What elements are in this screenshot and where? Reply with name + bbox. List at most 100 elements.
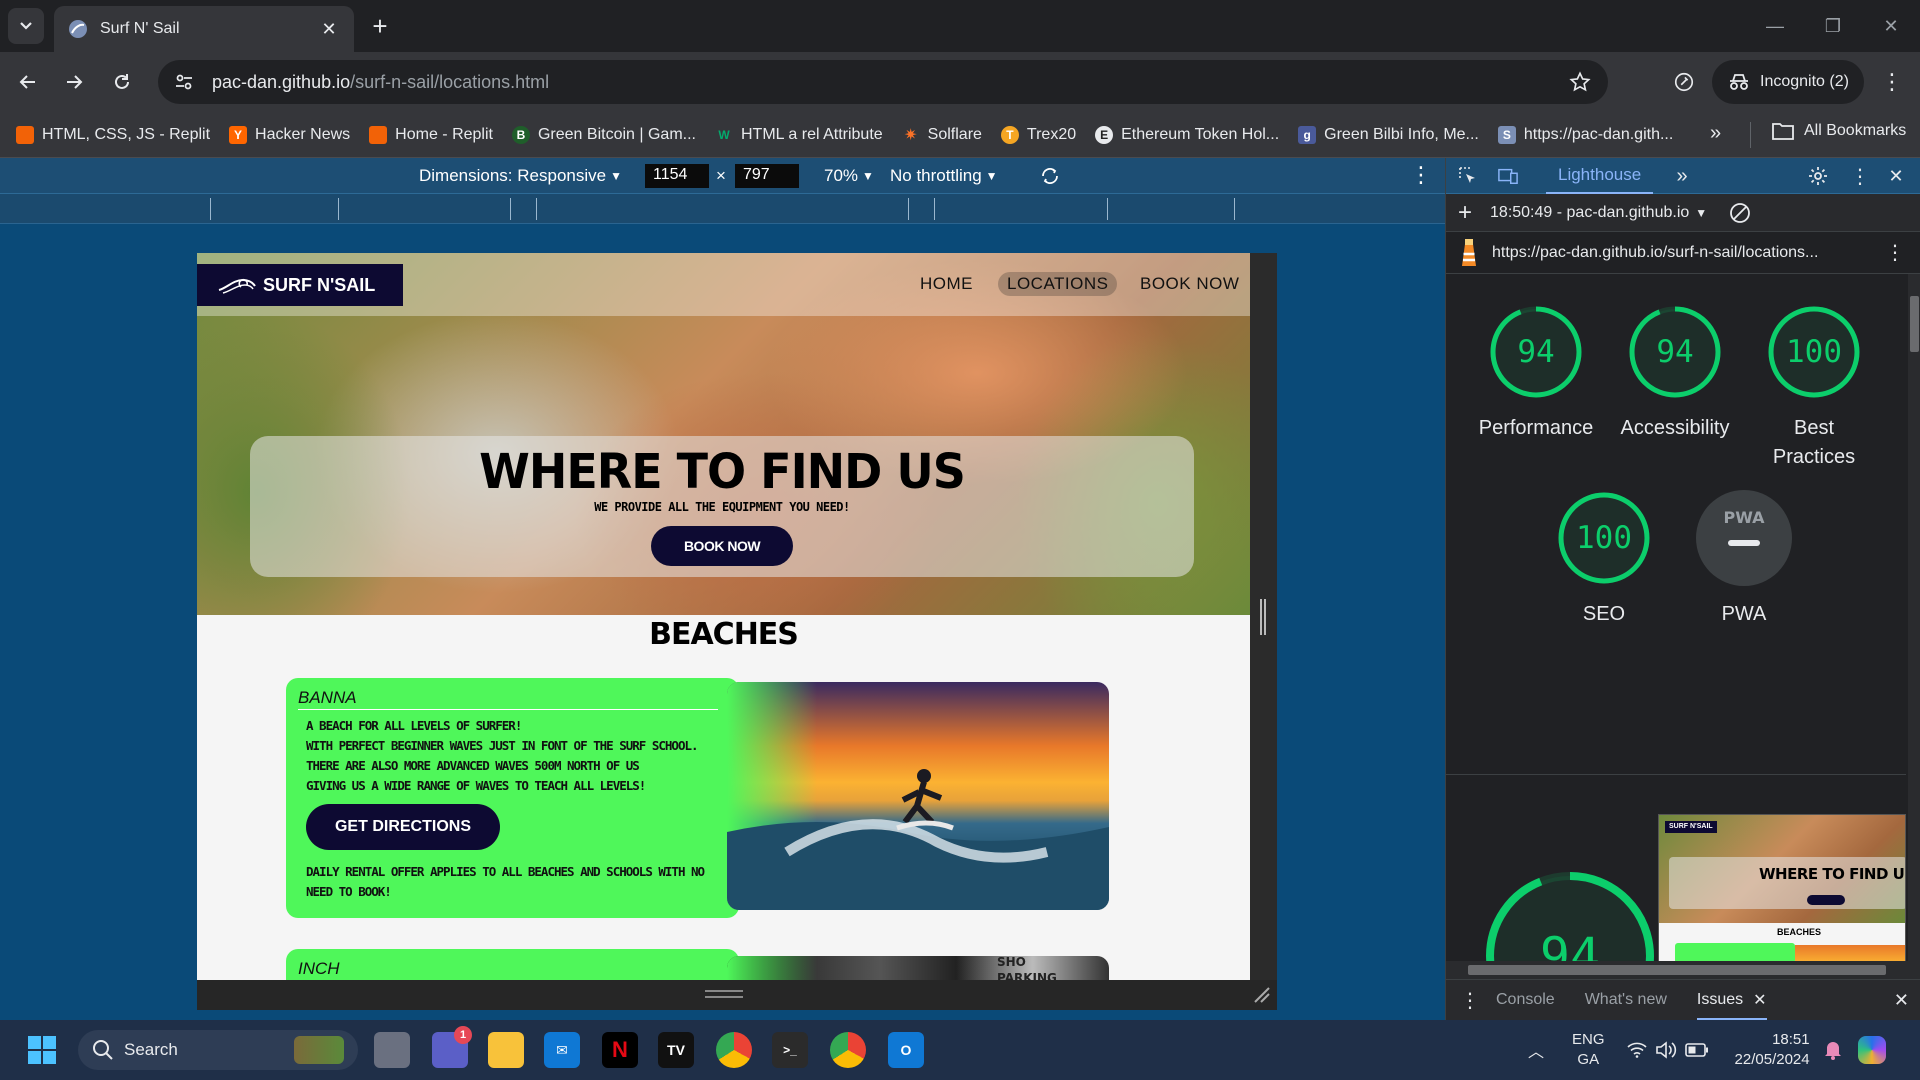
bookmark-item[interactable]: E Ethereum Token Hol...	[1095, 125, 1279, 144]
language-indicator[interactable]: ENG GA	[1572, 1030, 1605, 1070]
site-logo[interactable]: SURF N'SAIL	[197, 264, 403, 306]
more-vertical-icon[interactable]: ⋮	[1850, 166, 1870, 188]
more-vertical-icon[interactable]: ⋮	[1460, 988, 1480, 1013]
plus-icon[interactable]: +	[1458, 199, 1472, 227]
shop-image: SHO PARKING	[727, 956, 1109, 980]
report-horizontal-scrollbar[interactable]	[1446, 961, 1920, 979]
mail-icon[interactable]: ✉	[544, 1032, 580, 1068]
report-selector[interactable]: 18:50:49 - pac-dan.github.io	[1490, 204, 1689, 222]
zoom-dropdown[interactable]: 70% ▼	[824, 166, 874, 186]
report-url[interactable]: https://pac-dan.github.io/surf-n-sail/lo…	[1492, 244, 1818, 262]
tab-search-button[interactable]	[8, 8, 44, 44]
incognito-indicator[interactable]: Incognito (2)	[1712, 60, 1864, 104]
nav-book-now[interactable]: BOOK NOW	[1140, 274, 1239, 294]
bookmark-item[interactable]: T Trex20	[1000, 125, 1076, 144]
nav-home[interactable]: HOME	[920, 274, 973, 294]
score-gauge-pwa[interactable]: PWA PWA	[1696, 490, 1792, 629]
hacker-news-icon: Y	[229, 125, 248, 144]
bookmark-item[interactable]: B Green Bitcoin | Gam...	[511, 125, 696, 144]
more-vertical-icon[interactable]: ⋮	[1885, 240, 1905, 265]
corner-resize-icon[interactable]	[1253, 986, 1271, 1004]
score-gauge-seo[interactable]: 100 SEO	[1556, 490, 1652, 629]
drawer-tab-whats-new[interactable]: What's new	[1585, 991, 1667, 1009]
terminal-icon[interactable]: >_	[772, 1032, 808, 1068]
wifi-icon[interactable]	[1626, 1042, 1647, 1058]
score-gauge-performance[interactable]: 94 Performance	[1479, 304, 1593, 443]
bookmark-item[interactable]: Y Hacker News	[229, 125, 350, 144]
volume-icon[interactable]	[1655, 1041, 1677, 1059]
bookmark-item[interactable]: ✷ Solflare	[902, 126, 982, 144]
device-toolbar-menu[interactable]: ⋮	[1410, 162, 1432, 188]
book-now-button[interactable]: BOOK NOW	[651, 526, 793, 566]
incognito-icon	[1728, 72, 1750, 92]
bookmark-item[interactable]: Home - Replit	[369, 125, 493, 144]
rental-note: DAILY RENTAL OFFER APPLIES TO ALL BEACHE…	[306, 864, 705, 899]
clear-icon[interactable]	[1729, 202, 1751, 224]
throttling-dropdown[interactable]: No throttling ▼	[890, 166, 998, 186]
chrome-dev-icon[interactable]	[830, 1032, 866, 1068]
close-drawer-icon[interactable]: ✕	[1894, 990, 1909, 1011]
arrow-right-icon	[67, 75, 83, 89]
get-directions-button[interactable]: GET DIRECTIONS	[306, 804, 500, 850]
right-resize-handle[interactable]	[1260, 599, 1266, 635]
reload-button[interactable]	[104, 64, 140, 100]
bookmark-star-icon[interactable]	[1566, 68, 1594, 96]
close-tab-icon[interactable]: ✕	[1753, 990, 1766, 1010]
bookmark-item[interactable]: Shttps://pac-dan.gith...	[1497, 125, 1673, 144]
bottom-resize-handle[interactable]	[705, 990, 743, 998]
more-bookmarks-icon[interactable]: »	[1710, 122, 1721, 145]
forward-button[interactable]	[56, 64, 92, 100]
netflix-icon[interactable]: N	[602, 1032, 638, 1068]
outlook-new-icon[interactable]: O	[888, 1032, 924, 1068]
replit-icon	[16, 125, 34, 144]
extension-button[interactable]	[1666, 64, 1702, 100]
width-input[interactable]: 1154	[645, 164, 709, 188]
bookmark-item[interactable]: W HTML a rel Attribute	[715, 126, 882, 144]
score-gauge-best-practices[interactable]: 100 Best Practices	[1766, 304, 1862, 472]
new-tab-button[interactable]: +	[366, 11, 394, 41]
teams-icon[interactable]: 1	[432, 1026, 472, 1068]
browser-menu-button[interactable]: ⋮	[1874, 64, 1910, 100]
back-button[interactable]	[10, 64, 46, 100]
device-toggle-icon[interactable]	[1498, 166, 1518, 186]
address-bar[interactable]: pac-dan.github.io/surf-n-sail/locations.…	[158, 60, 1608, 104]
all-bookmarks-button[interactable]: All Bookmarks	[1772, 122, 1906, 140]
site-info-icon[interactable]	[164, 62, 204, 102]
close-window-icon[interactable]: ✕	[1862, 0, 1920, 52]
drawer-tab-issues[interactable]: Issues ✕	[1696, 990, 1767, 1020]
file-explorer-icon[interactable]	[488, 1032, 524, 1068]
settings-gear-icon[interactable]	[1808, 166, 1828, 186]
clock[interactable]: 18:51 22/05/2024	[1735, 1030, 1810, 1070]
close-tab-icon[interactable]: ✕	[318, 18, 340, 40]
report-vertical-scrollbar[interactable]	[1908, 274, 1920, 961]
windows-start-icon[interactable]	[24, 1032, 60, 1068]
page-screenshot-thumbnail[interactable]: SURF N'SAIL WHERE TO FIND U BEACHES	[1658, 814, 1906, 962]
copilot-icon[interactable]	[1857, 1036, 1886, 1064]
browser-tab[interactable]: Surf N' Sail ✕	[54, 6, 354, 52]
more-tabs-icon[interactable]: »	[1672, 165, 1692, 187]
battery-icon[interactable]	[1684, 1043, 1709, 1057]
dimensions-dropdown[interactable]: Dimensions: Responsive ▼	[419, 166, 622, 186]
height-input[interactable]: 797	[735, 164, 799, 188]
score-gauge-accessibility[interactable]: 94 Accessibility	[1621, 304, 1729, 443]
inspect-element-icon[interactable]	[1458, 166, 1478, 186]
bookmark-item[interactable]: g Green Bilbi Info, Me...	[1298, 125, 1479, 144]
chrome-icon[interactable]	[716, 1032, 752, 1068]
bookmark-item[interactable]: HTML, CSS, JS - Replit	[16, 125, 210, 144]
notification-bell-icon[interactable]	[1824, 1040, 1842, 1060]
minimize-icon[interactable]: —	[1746, 0, 1804, 52]
restore-icon[interactable]: ❐	[1804, 0, 1862, 52]
scroll-thumb[interactable]	[1910, 296, 1919, 352]
close-devtools-icon[interactable]: ✕	[1886, 166, 1906, 186]
rotate-button[interactable]	[1038, 164, 1062, 188]
task-view-icon[interactable]	[374, 1032, 410, 1068]
search-icon	[93, 1040, 113, 1060]
tab-lighthouse[interactable]: Lighthouse	[1546, 158, 1654, 194]
drawer-tab-console[interactable]: Console	[1496, 991, 1555, 1009]
scroll-thumb[interactable]	[1468, 965, 1886, 975]
chevron-up-icon[interactable]: ︿	[1528, 1038, 1544, 1062]
nav-locations[interactable]: LOCATIONS	[998, 272, 1118, 296]
taskbar-search[interactable]: Search	[78, 1030, 358, 1070]
tradingview-icon[interactable]: TV	[658, 1032, 694, 1068]
caret-down-icon[interactable]: ▼	[1695, 206, 1707, 220]
